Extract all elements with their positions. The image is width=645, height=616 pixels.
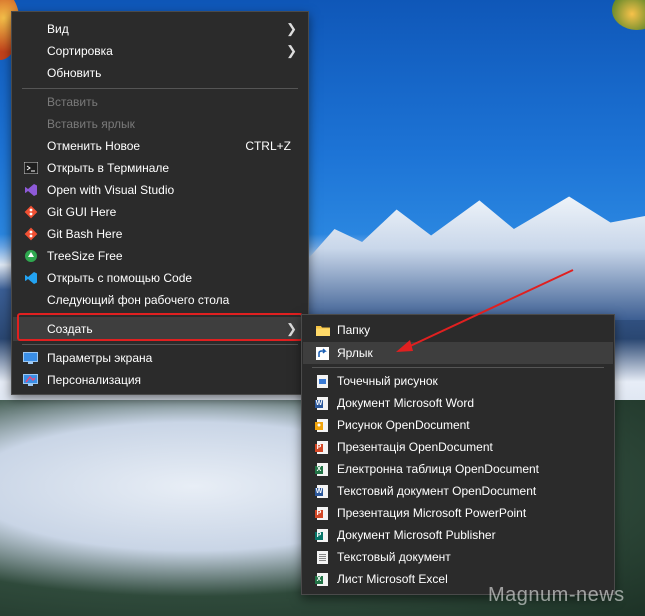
watermark-text: Magnum-news [488, 584, 625, 606]
annotation-arrow [396, 269, 574, 352]
